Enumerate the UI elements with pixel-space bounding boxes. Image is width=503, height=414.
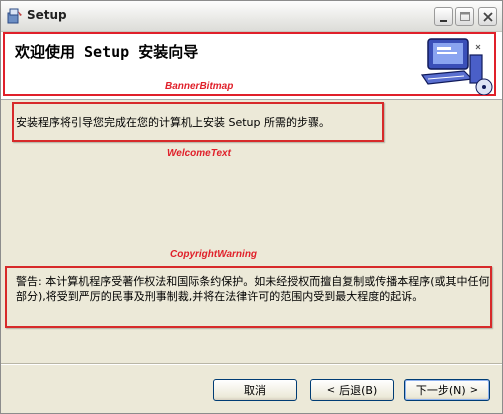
setup-app-icon [7, 8, 22, 24]
welcome-text: 安装程序将引导您完成在您的计算机上安装 Setup 所需的步骤。 [16, 116, 331, 129]
copyright-warning-text: 警告: 本计算机程序受著作权法和国际条约保护。如未经授权而擅自复制或传播本程序(… [16, 275, 490, 303]
setup-window: Setup 欢迎使用 Setup 安装向导 BannerBitmap 安装程序将… [0, 0, 503, 414]
banner-title: 欢迎使用 Setup 安装向导 [15, 43, 199, 61]
minimize-icon [440, 20, 447, 22]
back-button-label: 后退(B) [339, 384, 378, 397]
welcome-annotation-label: WelcomeText [167, 148, 231, 159]
back-arrow-icon: < [326, 384, 336, 396]
window-title: Setup [27, 8, 67, 22]
title-bar[interactable]: Setup [1, 1, 502, 32]
computer-setup-icon [420, 38, 493, 95]
maximize-button[interactable] [455, 7, 474, 26]
back-button[interactable]: < 后退(B) [310, 379, 394, 401]
maximize-icon [460, 12, 470, 21]
close-icon [483, 12, 493, 22]
next-arrow-icon: > [469, 384, 479, 396]
minimize-button[interactable] [434, 7, 453, 26]
banner-annotation-label: BannerBitmap [165, 81, 234, 92]
banner-bitmap: 欢迎使用 Setup 安装向导 BannerBitmap [1, 32, 502, 100]
next-button-label: 下一步(N) [415, 384, 466, 397]
next-button[interactable]: 下一步(N) > [404, 379, 490, 401]
close-button[interactable] [478, 7, 497, 26]
button-area-divider [1, 363, 502, 365]
copyright-annotation-label: CopyrightWarning [170, 249, 258, 260]
cancel-button-label: 取消 [244, 384, 266, 397]
cancel-button[interactable]: 取消 [213, 379, 297, 401]
